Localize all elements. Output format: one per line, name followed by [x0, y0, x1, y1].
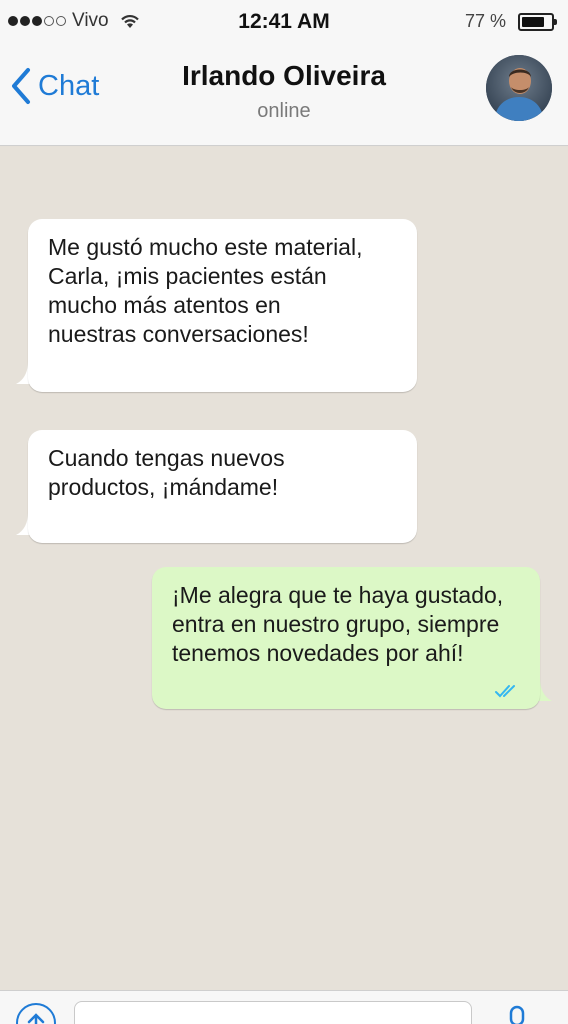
message-text-line: productos, ¡mándame!	[48, 474, 279, 500]
message-text-line: Carla, ¡mis pacientes están	[48, 263, 327, 289]
composer-bar	[0, 990, 568, 1024]
message-text-line: Me gustó mucho este material,	[48, 234, 363, 260]
message-text-line: mucho más atentos en	[48, 292, 281, 318]
message-text-line: ¡Me alegra que te haya gustado,	[172, 582, 504, 608]
message-input[interactable]	[74, 1001, 472, 1024]
battery-icon	[518, 12, 557, 31]
message-bubble-incoming[interactable]: Me gustó mucho este material, Carla, ¡mi…	[28, 219, 417, 392]
contact-avatar[interactable]	[486, 55, 552, 121]
chat-header: Chat Irlando Oliveira online	[0, 44, 568, 146]
battery-level-fill	[522, 16, 544, 27]
attach-button[interactable]	[16, 1003, 56, 1024]
contact-status: online	[257, 100, 311, 122]
message-text-line: tenemos novedades por ahí!	[172, 640, 464, 666]
double-check-icon	[495, 685, 515, 698]
message-bubble-incoming[interactable]: Cuando tengas nuevos productos, ¡mándame…	[28, 430, 417, 543]
message-text-line: entra en nuestro grupo, siempre	[172, 611, 500, 637]
battery-percentage: 77 %	[464, 11, 506, 31]
battery-status: 77 %	[464, 11, 557, 32]
message-list[interactable]: Me gustó mucho este material, Carla, ¡mi…	[0, 147, 568, 990]
microphone-icon[interactable]	[504, 1005, 530, 1024]
message-bubble-outgoing[interactable]: ¡Me alegra que te haya gustado, entra en…	[152, 567, 540, 709]
arrow-up-icon	[27, 1013, 45, 1024]
status-bar: Vivo 12:41 AM 77 %	[0, 0, 568, 44]
contact-name[interactable]: Irlando Oliveira	[0, 60, 568, 92]
message-text-line: Cuando tengas nuevos	[48, 445, 285, 471]
message-text-line: nuestras conversaciones!	[48, 321, 309, 347]
